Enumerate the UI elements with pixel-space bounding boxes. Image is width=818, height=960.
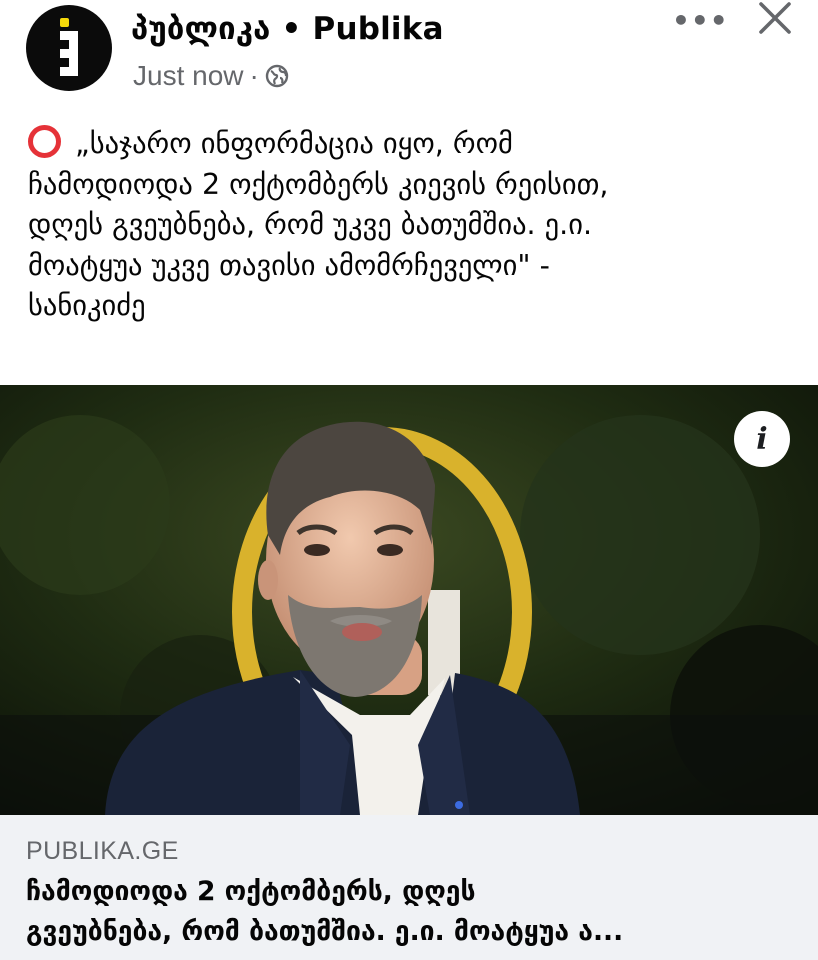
info-icon[interactable]: i (734, 411, 790, 467)
post-header: პუბლიკა • Publika Just now · ••• (0, 0, 818, 110)
post-line-1-text: „საჯარო ინფორმაცია იყო, რომ (75, 127, 513, 160)
globe-icon[interactable] (265, 64, 289, 88)
link-title-line-1: ჩამოდიოდა 2 ოქტომბერს, დღეს (26, 876, 476, 907)
page-avatar[interactable] (26, 5, 112, 91)
post-line-3: დღეს გვეუბნება, რომ უკვე ბათუმშია. ე.ი. (28, 208, 593, 241)
post-line-4: მოატყუა უკვე თავისი ამომრჩეველი" - (28, 248, 550, 282)
post-line-1: „საჯარო ინფორმაცია იყო, რომ (28, 124, 808, 165)
post-line-5: სანიკიძე (28, 289, 146, 322)
meta-separator: · (249, 60, 259, 91)
post-photo[interactable] (0, 385, 818, 815)
post-meta: Just now · (133, 58, 289, 94)
post-message: „საჯარო ინფორმაცია იყო, რომ ჩამოდიოდა 2 … (28, 124, 808, 327)
logo-yellow-dot (60, 18, 69, 27)
timestamp[interactable]: Just now (133, 60, 244, 92)
link-domain[interactable]: PUBLIKA.GE (26, 837, 179, 866)
close-icon[interactable] (752, 0, 796, 40)
link-title[interactable]: ჩამოდიოდა 2 ოქტომბერს, დღეს გვეუბნება, რ… (26, 872, 806, 952)
more-options-icon[interactable]: ••• (672, 4, 728, 40)
link-title-line-2: გვეუბნება, რომ ბათუმშია. ე.ი. მოატყუა ა.… (26, 916, 624, 947)
page-name[interactable]: პუბლიკა • Publika (131, 11, 444, 47)
red-circle-icon (28, 125, 61, 158)
post-line-2: ჩამოდიოდა 2 ოქტომბერს კიევის რეისით, (28, 167, 609, 201)
